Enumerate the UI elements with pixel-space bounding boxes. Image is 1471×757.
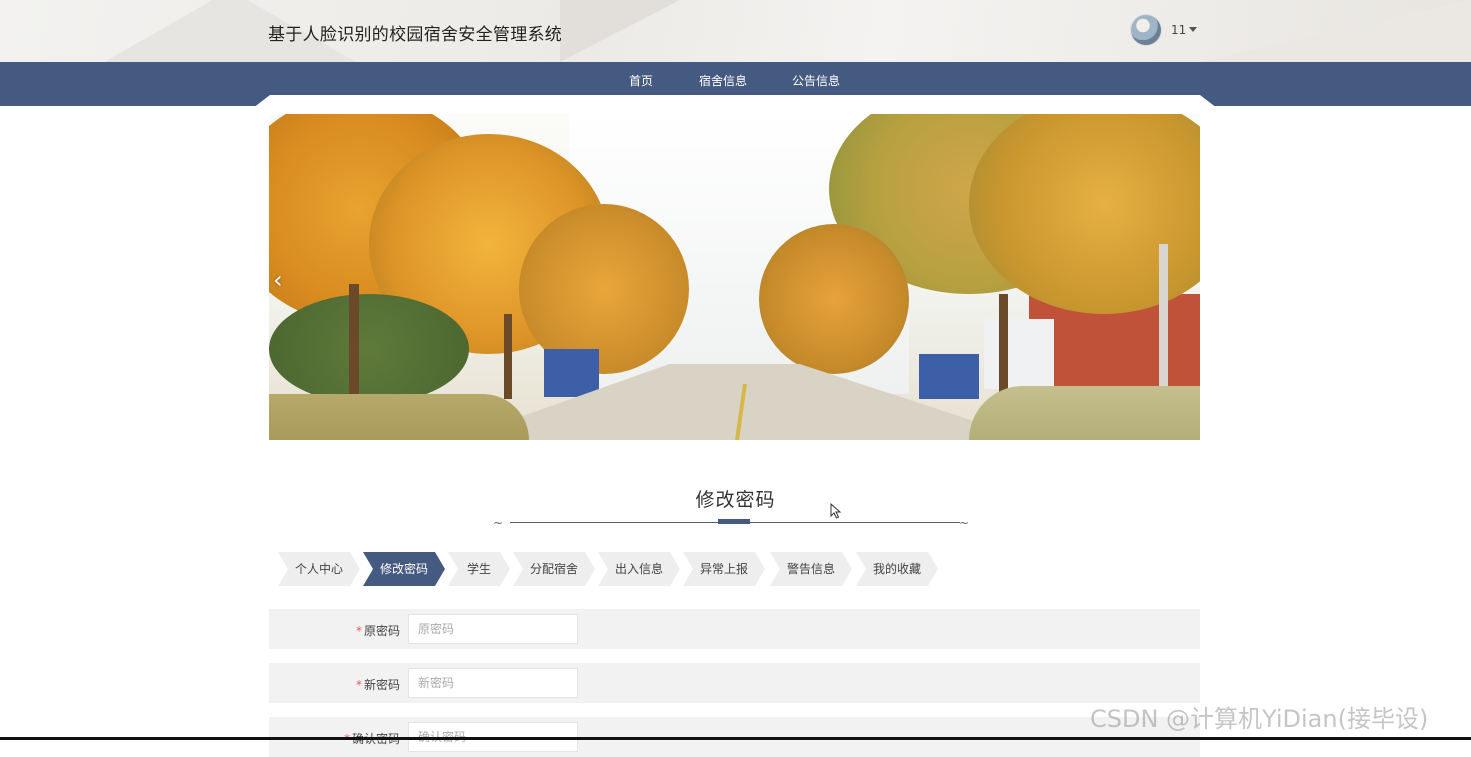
avatar[interactable]	[1131, 15, 1161, 45]
header	[0, 0, 1471, 62]
banner-tree	[759, 224, 909, 374]
banner-lamp-post	[1159, 244, 1168, 404]
tab-students[interactable]: 学生	[448, 552, 510, 586]
header-decoration	[560, 0, 680, 62]
banner-trunk	[504, 314, 512, 399]
carousel-prev-icon[interactable]: ‹	[273, 265, 283, 295]
username[interactable]: 11	[1171, 23, 1186, 37]
required-mark: *	[355, 678, 362, 692]
field-label: * 原密码	[269, 622, 400, 639]
tab-anomaly-report[interactable]: 异常上报	[683, 552, 765, 586]
chevron-down-icon[interactable]	[1189, 27, 1197, 32]
tab-my-favorites[interactable]: 我的收藏	[856, 552, 938, 586]
banner-board	[544, 349, 599, 397]
banner-grass	[269, 394, 529, 440]
page-title: 修改密码	[695, 489, 776, 511]
tab-assign-dorm[interactable]: 分配宿舍	[513, 552, 595, 586]
nav-item-home[interactable]: 首页	[629, 72, 653, 89]
tab-change-password[interactable]: 修改密码	[363, 552, 445, 586]
nav-item-dorm-info[interactable]: 宿舍信息	[699, 72, 747, 89]
title-accent-bar	[718, 519, 750, 524]
tab-access-records[interactable]: 出入信息	[598, 552, 680, 586]
banner-trunk	[999, 294, 1008, 394]
old-password-field[interactable]	[408, 614, 578, 644]
nav-notch	[244, 95, 1226, 115]
banner-building	[984, 319, 1054, 389]
banner-grass	[969, 386, 1200, 440]
old-password-label: 原密码	[363, 624, 400, 638]
form-row-new-password: * 新密码	[269, 663, 1200, 703]
tab-warnings[interactable]: 警告信息	[770, 552, 852, 586]
swirl-ornament-icon: ~	[959, 516, 970, 530]
tab-personal-center[interactable]: 个人中心	[278, 552, 360, 586]
site-title: 基于人脸识别的校园宿舍安全管理系统	[268, 25, 563, 45]
new-password-label: 新密码	[363, 678, 400, 692]
form-row-old-password: * 原密码	[269, 609, 1200, 649]
nav-item-announcements[interactable]: 公告信息	[792, 72, 840, 89]
banner-tree	[269, 294, 469, 404]
required-mark: *	[355, 624, 362, 638]
banner-image	[269, 114, 1200, 440]
mouse-cursor-icon	[830, 503, 842, 519]
field-label: * 新密码	[269, 676, 400, 693]
banner-board	[919, 354, 979, 399]
watermark: CSDN @计算机YiDian(接毕设)	[1090, 705, 1429, 733]
header-decoration	[1200, 0, 1471, 62]
banner-trunk	[349, 284, 359, 409]
swirl-ornament-icon: ~	[493, 516, 504, 530]
new-password-field[interactable]	[408, 668, 578, 698]
